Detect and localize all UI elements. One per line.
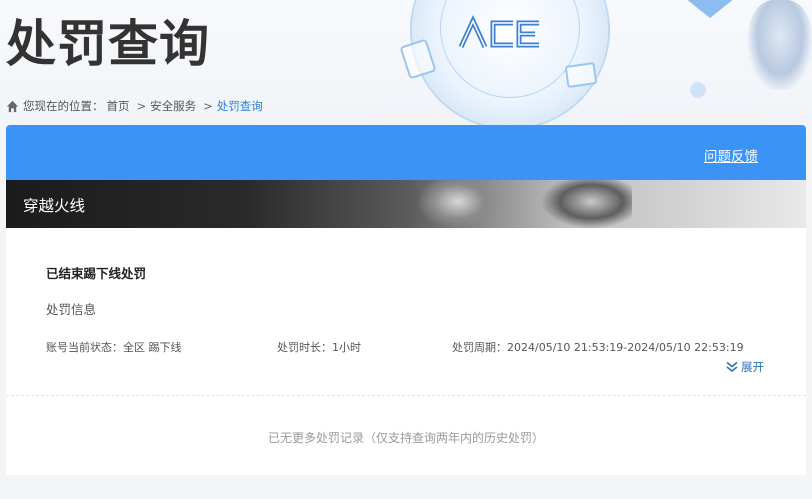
double-chevron-down-icon — [726, 361, 738, 373]
game-banner: 穿越火线 — [6, 180, 806, 228]
game-name: 穿越火线 — [23, 197, 86, 215]
expand-button[interactable]: 展开 — [726, 359, 764, 375]
breadcrumb-prefix: 您现在的位置： — [23, 99, 104, 113]
breadcrumb-security-services[interactable]: 安全服务 — [150, 98, 196, 114]
dot-decoration — [690, 82, 706, 98]
breadcrumb-separator: > — [203, 99, 213, 113]
record-title: 已结束踢下线处罚 — [46, 266, 147, 281]
ace-logo-icon — [458, 15, 539, 49]
character-art-decoration — [418, 180, 498, 228]
expand-label: 展开 — [741, 360, 764, 374]
character-art-decoration — [748, 0, 812, 90]
triangle-decoration — [680, 0, 740, 18]
penalty-period: 处罚周期：2024/05/10 21:53:19-2024/05/10 22:5… — [452, 341, 744, 354]
character-art-decoration — [542, 180, 632, 228]
page-title: 处罚查询 — [6, 15, 210, 73]
breadcrumb-home[interactable]: 首页 — [107, 98, 130, 114]
panel-header: 问题反馈 — [6, 125, 806, 180]
penalty-panel: 问题反馈 穿越火线 已结束踢下线处罚 处罚信息 账号当前状态：全区 踢下线 处罚… — [6, 125, 806, 475]
record-subtitle: 处罚信息 — [46, 302, 97, 317]
home-icon — [6, 100, 19, 112]
feedback-link[interactable]: 问题反馈 — [704, 145, 758, 165]
penalty-duration: 处罚时长：1小时 — [277, 341, 361, 354]
breadcrumb-current[interactable]: 处罚查询 — [217, 98, 263, 114]
floating-card-decoration — [564, 62, 598, 88]
divider — [6, 395, 806, 396]
account-status: 账号当前状态：全区 踢下线 — [46, 341, 182, 354]
breadcrumb: 您现在的位置： 首页 > 安全服务 > 处罚查询 — [6, 98, 266, 114]
breadcrumb-separator: > — [136, 99, 147, 113]
no-more-records: 已无更多处罚记录（仅支持查询两年内的历史处罚） — [267, 431, 544, 445]
